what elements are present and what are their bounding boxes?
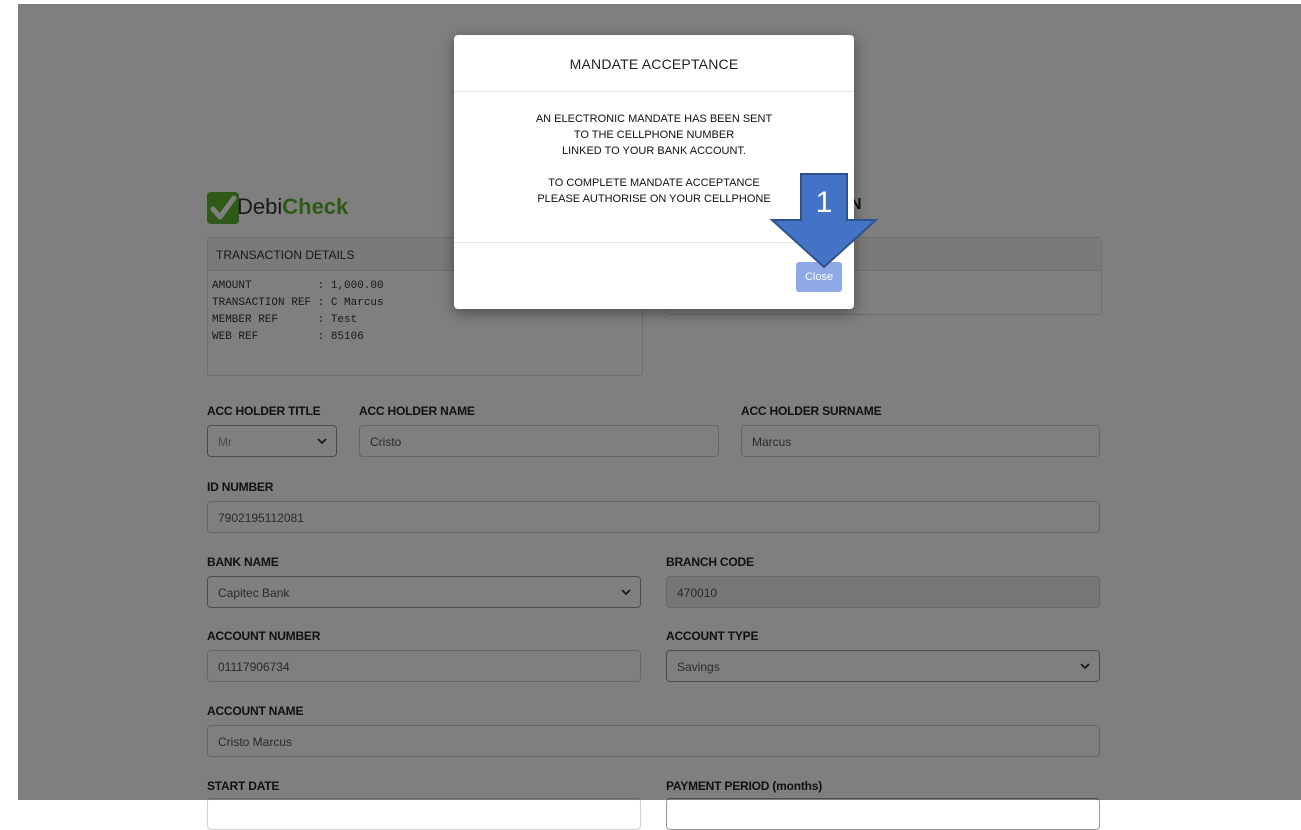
payment-period-select[interactable] [666,798,1100,830]
modal-title: MANDATE ACCEPTANCE [454,35,854,92]
modal-body-line: LINKED TO YOUR BANK ACCOUNT. [562,145,746,157]
annotation-arrow: 1 [768,172,880,270]
modal-body-line: TO THE CELLPHONE NUMBER [573,129,735,141]
annotation-step-number: 1 [815,186,833,219]
top-margin [0,0,1301,4]
left-margin [0,0,18,800]
modal-body-line: AN ELECTRONIC MANDATE HAS BEEN SENT [535,113,773,125]
start-date-input[interactable] [207,798,641,830]
